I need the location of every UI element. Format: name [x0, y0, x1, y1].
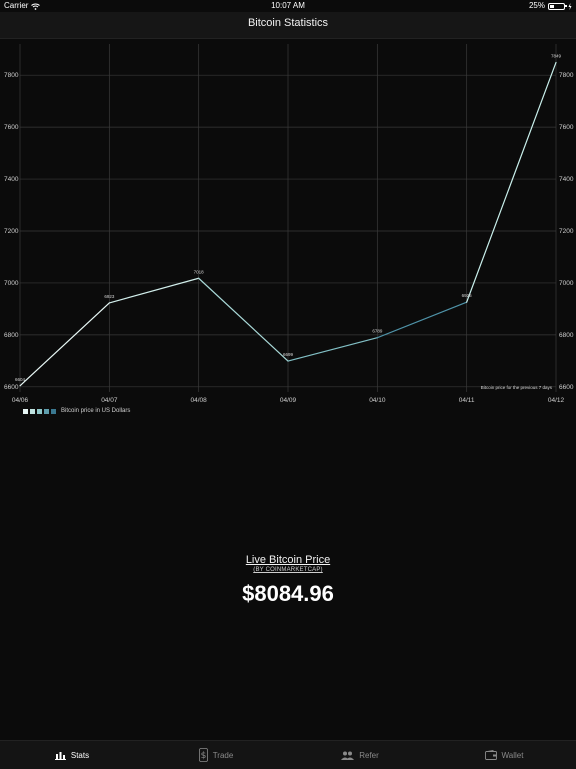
y-tick-label-left: 6800 [4, 332, 19, 339]
legend-swatch [30, 408, 35, 414]
page-title: Bitcoin Statistics [247, 17, 329, 29]
y-tick-label-left: 7200 [4, 228, 19, 235]
tab-wallet[interactable]: Wallet [432, 741, 576, 769]
battery-percent: 25% [528, 1, 545, 10]
chart-legend: Bitcoin price in US Dollars [23, 408, 130, 414]
live-price-title[interactable]: Live Bitcoin Price [0, 554, 576, 566]
x-tick-label: 04/09 [280, 397, 297, 404]
x-tick-label: 04/11 [459, 397, 475, 404]
users-icon [341, 751, 355, 760]
tab-label: Stats [70, 750, 90, 760]
legend-swatch [51, 408, 56, 414]
battery-icon [548, 2, 567, 10]
series-line-segment [108, 277, 200, 304]
legend-swatch [37, 408, 42, 414]
y-tick-label-right: 7000 [559, 280, 574, 287]
data-label: 6923 [104, 294, 115, 299]
y-tick-label-left: 7400 [4, 176, 19, 183]
tab-label: Trade [212, 750, 234, 760]
y-tick-label-right: 6600 [559, 384, 574, 391]
legend-swatches [23, 408, 56, 414]
y-tick-label-right: 7600 [559, 124, 574, 131]
navigation-bar: Bitcoin Statistics [0, 12, 576, 39]
data-label: 6926 [462, 293, 473, 298]
tab-label: Refer [359, 750, 379, 760]
status-bar: Carrier 10:07 AM 25% [0, 0, 576, 12]
live-price-section: Live Bitcoin Price (BY COINMARKETCAP) $8… [0, 554, 576, 607]
series-line-segment [198, 277, 289, 362]
dollar-icon: $ [198, 748, 208, 762]
x-tick-label: 04/06 [12, 397, 29, 404]
charging-icon [568, 2, 572, 10]
y-tick-label-right: 7200 [559, 228, 574, 235]
x-tick-label: 04/12 [548, 397, 565, 404]
chart-annotation: Bitcoin price for the previous 7 days [481, 385, 553, 390]
legend-swatch [44, 408, 49, 414]
live-price-source[interactable]: (BY COINMARKETCAP) [0, 567, 576, 573]
live-price-value: $8084.96 [242, 581, 334, 606]
y-tick-label-left: 7800 [4, 72, 19, 79]
y-tick-label-left: 7000 [4, 280, 19, 287]
price-chart: 6600 6600 6800 6800 7000 7000 7200 7200 7400 7400… [0, 38, 576, 418]
series-line-segment [466, 61, 557, 303]
data-label: 7849 [551, 53, 562, 58]
chart-svg: 6600 6600 6800 6800 7000 7000 7200 7200 7400 7400… [4, 44, 574, 404]
series-line-segment [19, 302, 110, 387]
y-tick-label-right: 7800 [559, 72, 574, 79]
tab-label: Wallet [501, 750, 524, 760]
tab-stats[interactable]: Stats [0, 741, 144, 769]
x-tick-label: 04/07 [101, 397, 118, 404]
bar-chart-icon [54, 751, 66, 760]
legend-label: Bitcoin price in US Dollars [61, 408, 131, 414]
legend-swatch [23, 408, 28, 414]
tab-bar: Stats $ Trade Refer Wallet [0, 740, 576, 769]
data-label: 6604 [15, 377, 26, 382]
y-tick-label-left: 7600 [4, 124, 19, 131]
data-label: 7018 [194, 269, 205, 274]
y-tick-label-right: 7400 [559, 176, 574, 183]
svg-text:$: $ [200, 751, 206, 761]
y-tick-label-left: 6600 [4, 384, 19, 391]
clock: 10:07 AM [271, 1, 305, 10]
x-tick-label: 04/08 [191, 397, 208, 404]
x-tick-label: 04/10 [369, 397, 386, 404]
data-label: 6789 [372, 329, 383, 334]
data-label: 6699 [283, 352, 294, 357]
series-line-segment [287, 337, 378, 362]
series-line-segment [376, 301, 468, 339]
y-tick-label-right: 6800 [559, 332, 574, 339]
tab-trade[interactable]: $ Trade [144, 741, 288, 769]
tab-refer[interactable]: Refer [288, 741, 432, 769]
wallet-icon [484, 750, 497, 760]
